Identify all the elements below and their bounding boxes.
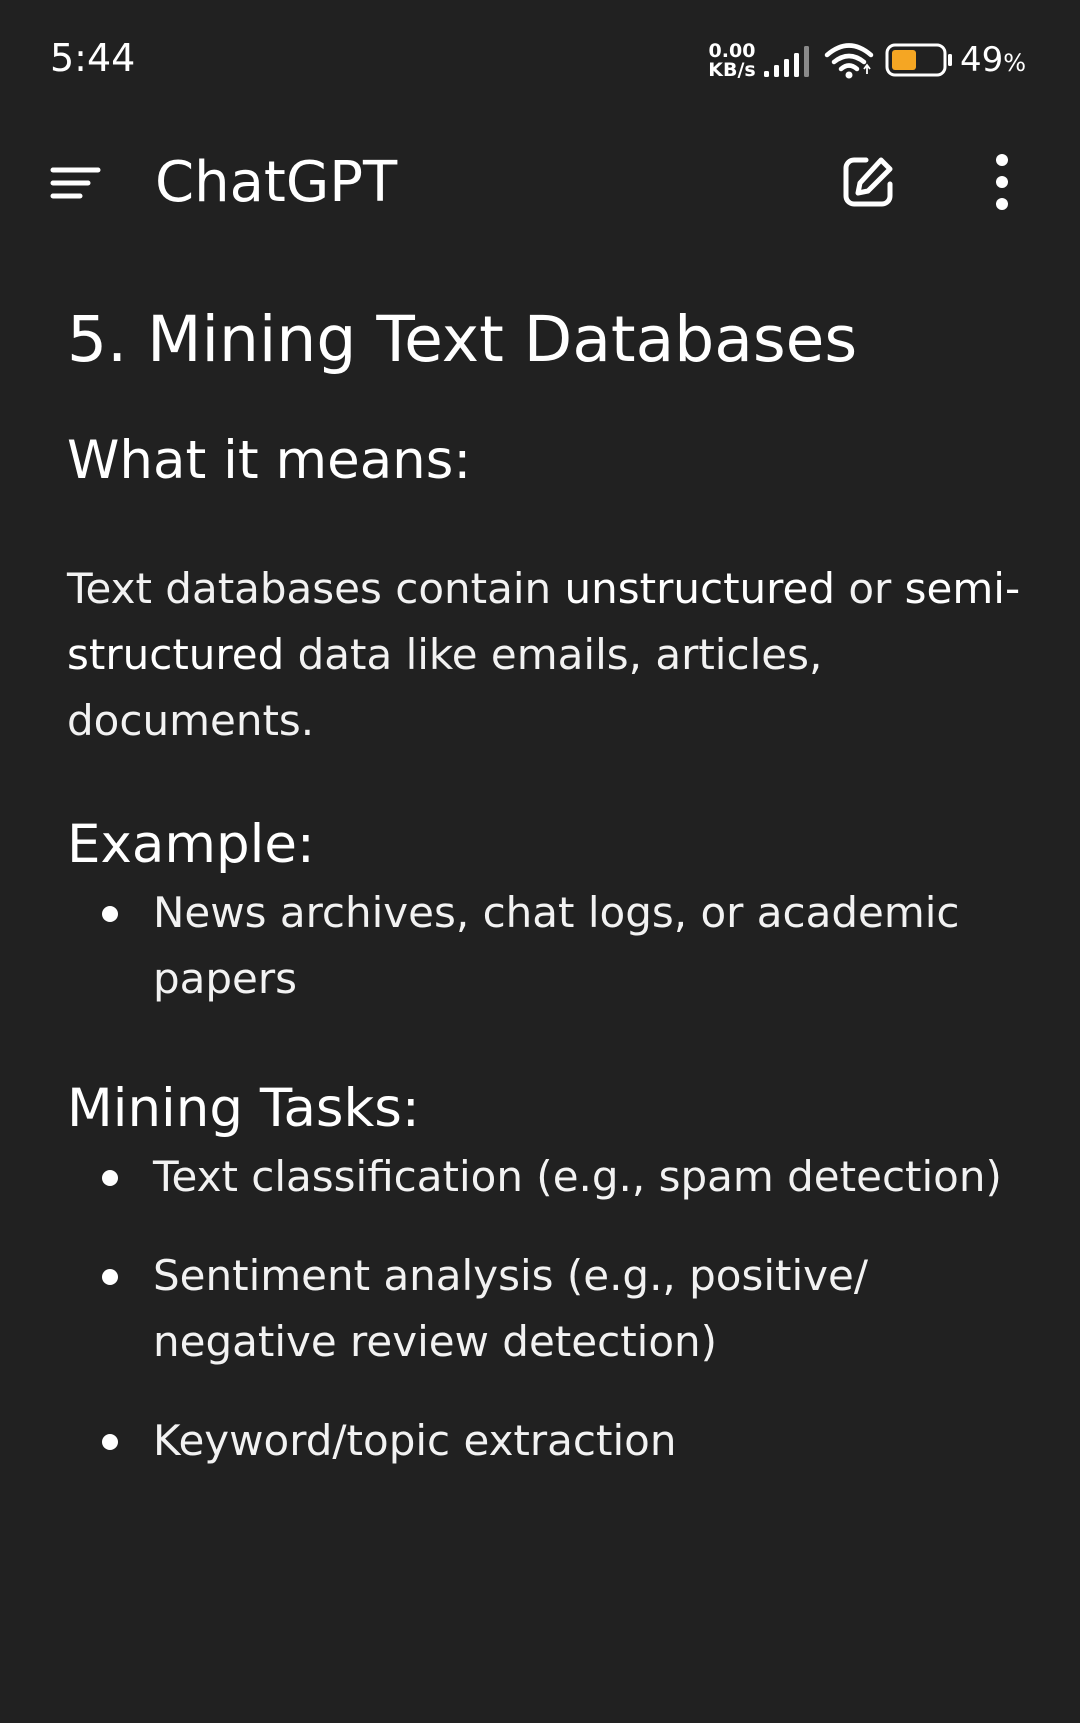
battery-percent-value: 49 xyxy=(960,40,1004,80)
mining-tasks-heading: Mining Tasks: xyxy=(67,1078,420,1139)
para-text: Text databases contain xyxy=(67,564,565,613)
message-content: 5. Mining Text Databases What it means: … xyxy=(67,290,1027,1474)
list-item-text: Text classification (e.g., spam detectio… xyxy=(153,1152,1002,1201)
bullet-icon xyxy=(102,1269,118,1285)
list-item-text: News archives, chat logs, or academic pa… xyxy=(153,888,960,1003)
network-speed: 0.00 KB/s xyxy=(707,42,757,80)
battery-percent-sign: % xyxy=(1003,49,1027,77)
bullet-icon xyxy=(102,1170,118,1186)
battery-icon xyxy=(885,43,955,81)
list-item: News archives, chat logs, or academic pa… xyxy=(67,880,1027,1012)
what-it-means-heading: What it means: xyxy=(67,430,472,491)
list-item: Sentiment analysis (e.g., positive/ nega… xyxy=(67,1243,1027,1375)
section-title: 5. Mining Text Databases xyxy=(67,303,858,376)
example-list: News archives, chat logs, or academic pa… xyxy=(67,880,1027,1012)
bullet-icon xyxy=(102,1434,118,1450)
app-title: ChatGPT xyxy=(155,150,398,215)
network-speed-unit: KB/s xyxy=(708,59,756,81)
more-vertical-icon[interactable] xyxy=(990,152,1014,216)
para-text: or xyxy=(835,564,905,613)
what-it-means-paragraph: Text databases contain unstructured or s… xyxy=(67,556,1027,754)
compose-icon[interactable] xyxy=(840,154,896,214)
status-bar: 5:44 0.00 KB/s 49% xyxy=(0,0,1080,120)
example-heading: Example: xyxy=(67,814,315,875)
signal-icon xyxy=(763,44,813,82)
bullet-icon xyxy=(102,906,118,922)
list-item: Text classification (e.g., spam detectio… xyxy=(67,1144,1027,1210)
battery-percent: 49% xyxy=(960,40,1026,80)
list-item-text: Sentiment analysis (e.g., positive/ nega… xyxy=(153,1251,869,1366)
list-item-text: Keyword/topic extraction xyxy=(153,1416,677,1465)
list-item: Keyword/topic extraction xyxy=(67,1408,1027,1474)
wifi-icon xyxy=(824,42,874,84)
para-bold-text: unstructured xyxy=(564,564,836,613)
menu-icon[interactable] xyxy=(50,166,102,204)
app-bar: ChatGPT xyxy=(0,120,1080,245)
status-time: 5:44 xyxy=(50,36,136,80)
mining-tasks-list: Text classification (e.g., spam detectio… xyxy=(67,1144,1027,1474)
